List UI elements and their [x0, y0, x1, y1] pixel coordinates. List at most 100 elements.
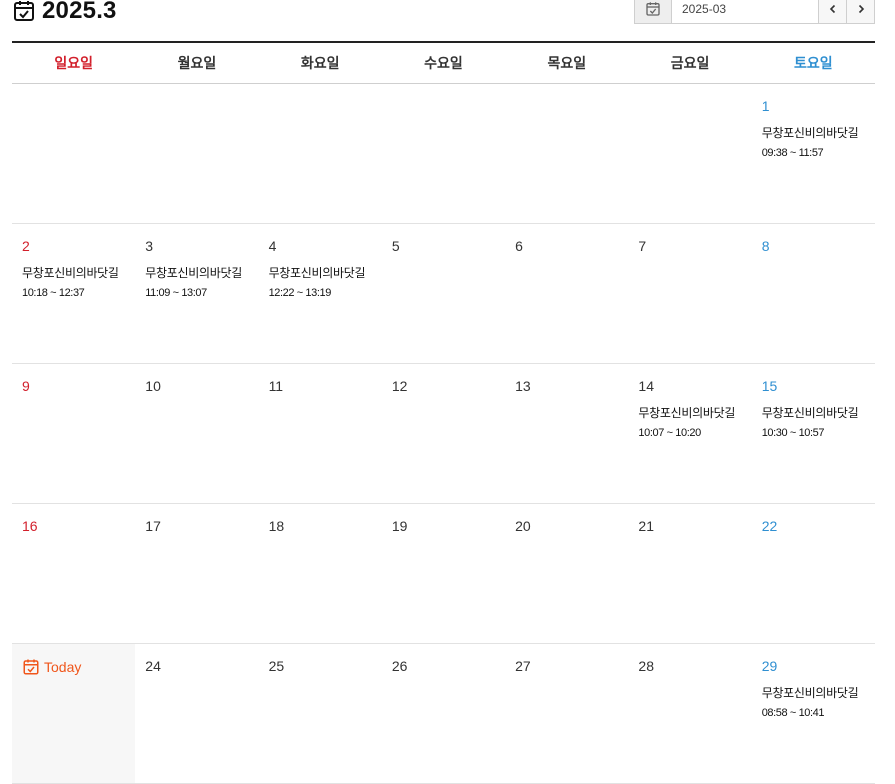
calendar-week: 9 10 11 12 13 14 무창포신비의바닷길 10:07 ~ 10:20… — [12, 364, 875, 504]
day-number: 26 — [391, 658, 408, 674]
prev-month-button[interactable] — [818, 0, 846, 23]
calendar-check-icon — [14, 1, 34, 21]
event-time: 10:30 ~ 10:57 — [761, 427, 825, 439]
day-cell[interactable]: 11 — [259, 364, 382, 503]
day-cell-empty — [628, 84, 751, 223]
day-cell[interactable]: 7 — [628, 224, 751, 363]
calendar-grid: 일요일 월요일 화요일 수요일 목요일 금요일 토요일 1 무창포신비의바닷길 … — [12, 41, 875, 784]
day-number: 17 — [145, 518, 161, 534]
weekday-label: 목요일 — [547, 55, 587, 71]
day-number: 4 — [268, 238, 277, 254]
event-time: 12:22 ~ 13:19 — [268, 287, 332, 299]
event-title: 무창포신비의바닷길 — [638, 406, 736, 420]
weekday-label: 월요일 — [177, 55, 217, 71]
day-number: 19 — [391, 518, 408, 534]
day-cell[interactable]: 1 무창포신비의바닷길 09:38 ~ 11:57 — [752, 84, 875, 223]
day-cell-empty — [259, 84, 382, 223]
day-cell[interactable]: 14 무창포신비의바닷길 10:07 ~ 10:20 — [628, 364, 751, 503]
event-time: 09:38 ~ 11:57 — [761, 147, 824, 159]
event-title: 무창포신비의바닷길 — [268, 266, 366, 280]
event-item[interactable]: 무창포신비의바닷길 11:09 ~ 13:07 — [145, 264, 248, 299]
day-cell[interactable]: 22 — [752, 504, 875, 643]
next-month-button[interactable] — [846, 0, 874, 23]
day-cell[interactable]: 27 — [505, 644, 628, 783]
day-cell-today[interactable]: Today — [12, 644, 136, 783]
calendar-week: 2 무창포신비의바닷길 10:18 ~ 12:37 3 무창포신비의바닷길 11… — [12, 224, 875, 364]
today-text: Today — [44, 659, 82, 675]
event-item[interactable]: 무창포신비의바닷길 12:22 ~ 13:19 — [269, 264, 372, 299]
day-number: 9 — [22, 378, 30, 394]
weekday-label: 일요일 — [54, 55, 93, 71]
day-number: 25 — [268, 658, 285, 674]
day-cell[interactable]: 13 — [505, 364, 628, 503]
day-cell-empty — [505, 84, 628, 223]
event-item[interactable]: 무창포신비의바닷길 09:38 ~ 11:57 — [762, 124, 865, 159]
day-cell[interactable]: 3 무창포신비의바닷길 11:09 ~ 13:07 — [135, 224, 258, 363]
weekday-header: 일요일 월요일 화요일 수요일 목요일 금요일 토요일 — [12, 41, 875, 84]
day-number: 22 — [761, 518, 778, 534]
day-cell[interactable]: 25 — [259, 644, 382, 783]
event-item[interactable]: 무창포신비의바닷길 08:58 ~ 10:41 — [762, 684, 865, 719]
day-cell[interactable]: 10 — [135, 364, 258, 503]
day-number: 29 — [761, 658, 778, 674]
calendar-check-icon — [646, 2, 660, 16]
day-number: 7 — [638, 238, 647, 254]
weekday-label: 수요일 — [424, 55, 463, 71]
day-cell[interactable]: 18 — [259, 504, 382, 643]
event-time: 08:58 ~ 10:41 — [761, 707, 825, 719]
calendar-header: 2025.3 — [12, 0, 875, 34]
day-number: 20 — [515, 518, 531, 534]
day-cell[interactable]: 24 — [135, 644, 258, 783]
event-title: 무창포신비의바닷길 — [761, 406, 859, 420]
calendar-week: 1 무창포신비의바닷길 09:38 ~ 11:57 — [12, 84, 875, 224]
event-item[interactable]: 무창포신비의바닷길 10:18 ~ 12:37 — [22, 264, 125, 299]
day-cell[interactable]: 4 무창포신비의바닷길 12:22 ~ 13:19 — [259, 224, 382, 363]
day-number: 21 — [638, 518, 654, 534]
event-time: 11:09 ~ 13:07 — [145, 287, 207, 299]
chevron-left-icon — [829, 4, 835, 14]
day-cell-empty — [135, 84, 258, 223]
day-cell[interactable]: 20 — [505, 504, 628, 643]
event-item[interactable]: 무창포신비의바닷길 10:30 ~ 10:57 — [762, 404, 865, 439]
day-number: 1 — [761, 98, 770, 114]
calendar-week: Today 24 25 26 27 28 29 무창포신비의바닷길 08:58 … — [12, 644, 875, 784]
day-cell[interactable]: 6 — [505, 224, 628, 363]
day-cell[interactable]: 15 무창포신비의바닷길 10:30 ~ 10:57 — [752, 364, 875, 503]
day-cell[interactable]: 16 — [12, 504, 135, 643]
calendar-week: 16 17 18 19 20 21 22 — [12, 504, 875, 644]
title-wrap: 2025.3 — [12, 0, 117, 28]
event-item[interactable]: 무창포신비의바닷길 10:07 ~ 10:20 — [638, 404, 741, 439]
today-label: Today — [22, 658, 125, 676]
day-cell[interactable]: 2 무창포신비의바닷길 10:18 ~ 12:37 — [12, 224, 135, 363]
event-time: 10:07 ~ 10:20 — [638, 427, 701, 439]
day-cell[interactable]: 29 무창포신비의바닷길 08:58 ~ 10:41 — [752, 644, 875, 783]
event-title: 무창포신비의바닷길 — [145, 266, 242, 280]
day-cell[interactable]: 12 — [382, 364, 505, 503]
weekday-label: 금요일 — [670, 55, 710, 71]
day-number: 13 — [515, 378, 531, 394]
day-number: 27 — [515, 658, 531, 674]
day-number: 18 — [268, 518, 285, 534]
day-number: 14 — [638, 378, 654, 394]
day-cell[interactable]: 19 — [382, 504, 505, 643]
day-cell[interactable]: 26 — [382, 644, 505, 783]
weekday-label: 화요일 — [300, 55, 340, 71]
day-cell[interactable]: 8 — [752, 224, 875, 363]
day-number: 16 — [22, 518, 38, 534]
day-cell[interactable]: 21 — [628, 504, 751, 643]
day-cell[interactable]: 5 — [382, 224, 505, 363]
month-input[interactable] — [672, 0, 818, 23]
day-cell[interactable]: 9 — [12, 364, 135, 503]
day-number: 2 — [22, 238, 30, 254]
day-cell[interactable]: 17 — [135, 504, 258, 643]
month-picker-button[interactable] — [635, 0, 672, 23]
day-number: 3 — [145, 238, 154, 254]
day-cell[interactable]: 28 — [628, 644, 751, 783]
day-number: 11 — [268, 378, 284, 394]
day-number: 8 — [761, 238, 770, 254]
event-title: 무창포신비의바닷길 — [22, 266, 119, 280]
day-number: 28 — [638, 658, 654, 674]
month-picker — [634, 0, 875, 24]
day-number: 15 — [761, 378, 778, 394]
weekday-label: 토요일 — [794, 55, 833, 71]
